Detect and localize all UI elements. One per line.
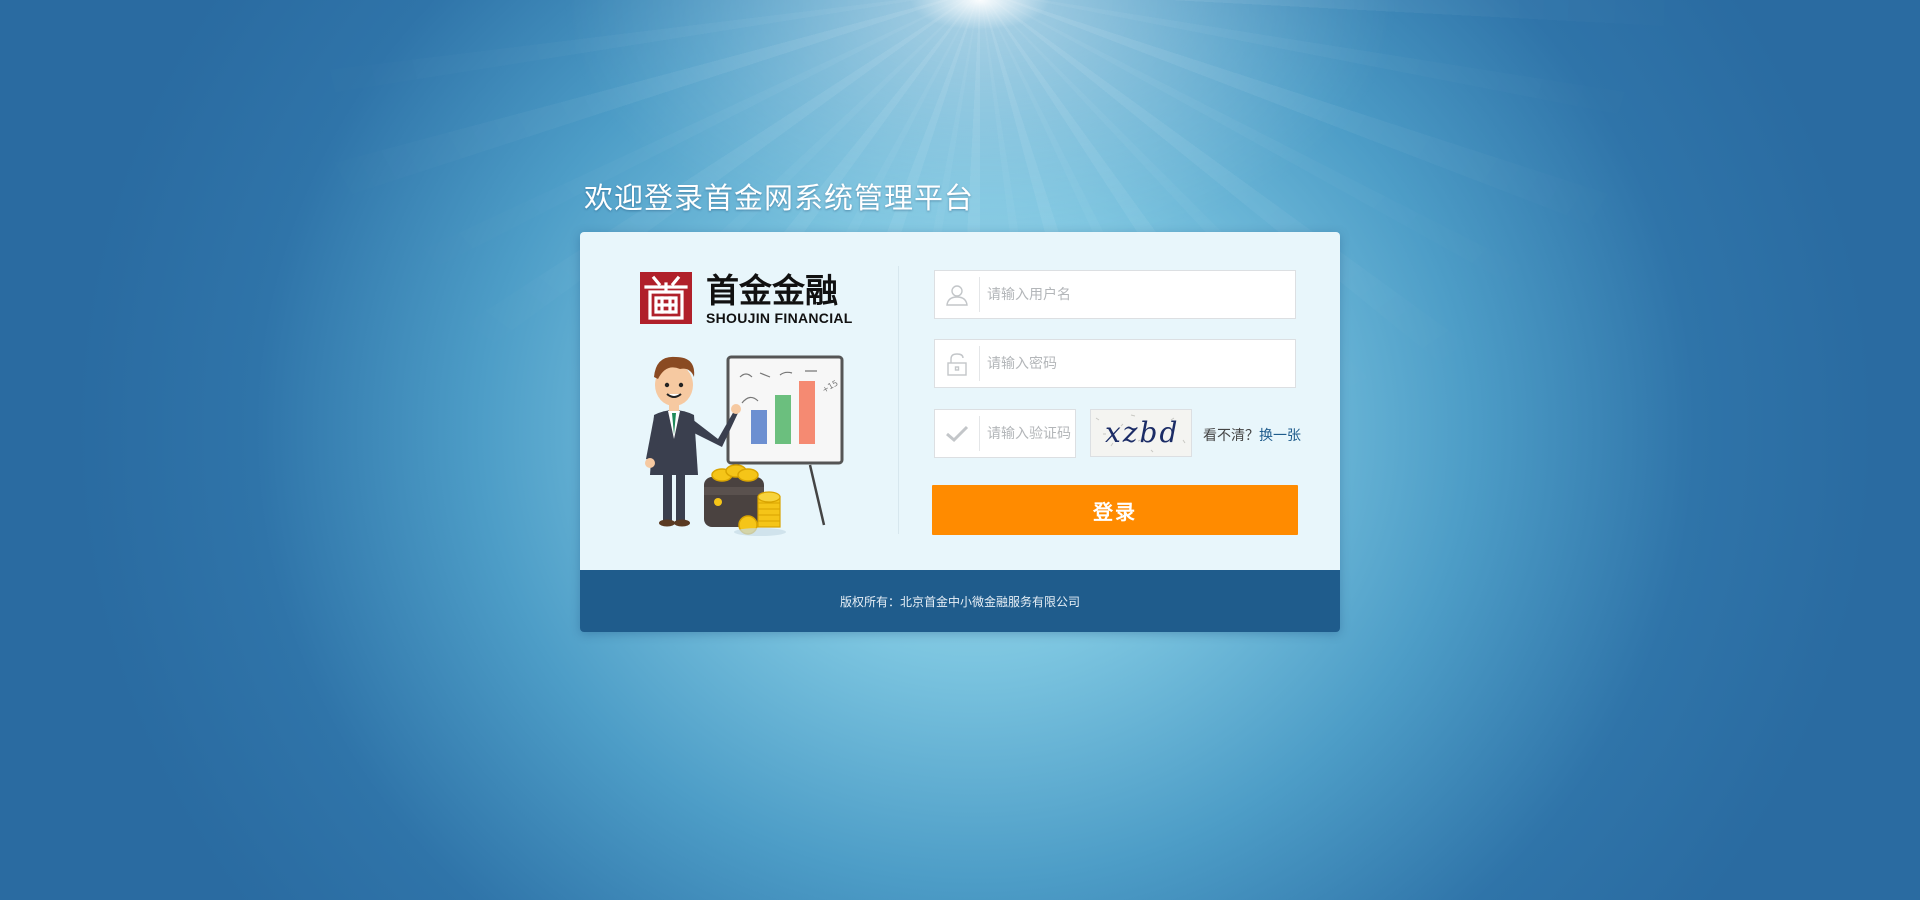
field-separator bbox=[979, 416, 980, 451]
lock-icon bbox=[935, 340, 979, 387]
card-footer: 版权所有：北京首金中小微金融服务有限公司 bbox=[580, 570, 1340, 632]
brand-name-en: SHOUJIN FINANCIAL bbox=[706, 310, 853, 326]
login-card-body: 首金金融 SHOUJIN FINANCIAL +15 请输入用户名 请输入验证码… bbox=[580, 232, 1340, 570]
refresh-captcha-link[interactable]: 换一张 bbox=[1259, 428, 1301, 444]
businessman-illustration: +15 bbox=[640, 347, 860, 547]
username-field[interactable] bbox=[934, 270, 1296, 319]
captcha-text: xzbd bbox=[1105, 416, 1180, 449]
username-input[interactable] bbox=[987, 271, 1287, 318]
field-separator bbox=[979, 277, 980, 312]
password-field[interactable] bbox=[934, 339, 1296, 388]
brand-logo: 首金金融 SHOUJIN FINANCIAL bbox=[640, 272, 860, 328]
login-card: 首金金融 SHOUJIN FINANCIAL +15 请输入用户名 请输入验证码… bbox=[580, 232, 1340, 632]
brand-name-cn: 首金金融 bbox=[706, 271, 838, 310]
page-title: 欢迎登录首金网系统管理平台 bbox=[584, 181, 975, 215]
captcha-refresh: 看不清？换一张 bbox=[1203, 425, 1301, 445]
copyright-text: 版权所有：北京首金中小微金融服务有限公司 bbox=[839, 594, 1080, 609]
check-icon bbox=[935, 410, 979, 457]
refresh-prompt: 看不清？ bbox=[1203, 428, 1259, 444]
captcha-image[interactable]: xzbd bbox=[1090, 409, 1192, 457]
user-icon bbox=[935, 271, 979, 318]
captcha-input[interactable] bbox=[987, 410, 1073, 457]
captcha-field[interactable] bbox=[934, 409, 1076, 458]
brand-seal-icon bbox=[640, 272, 692, 324]
login-button[interactable]: 登录 bbox=[932, 485, 1298, 535]
vertical-divider bbox=[898, 266, 899, 534]
field-separator bbox=[979, 346, 980, 381]
password-input[interactable] bbox=[987, 340, 1287, 387]
